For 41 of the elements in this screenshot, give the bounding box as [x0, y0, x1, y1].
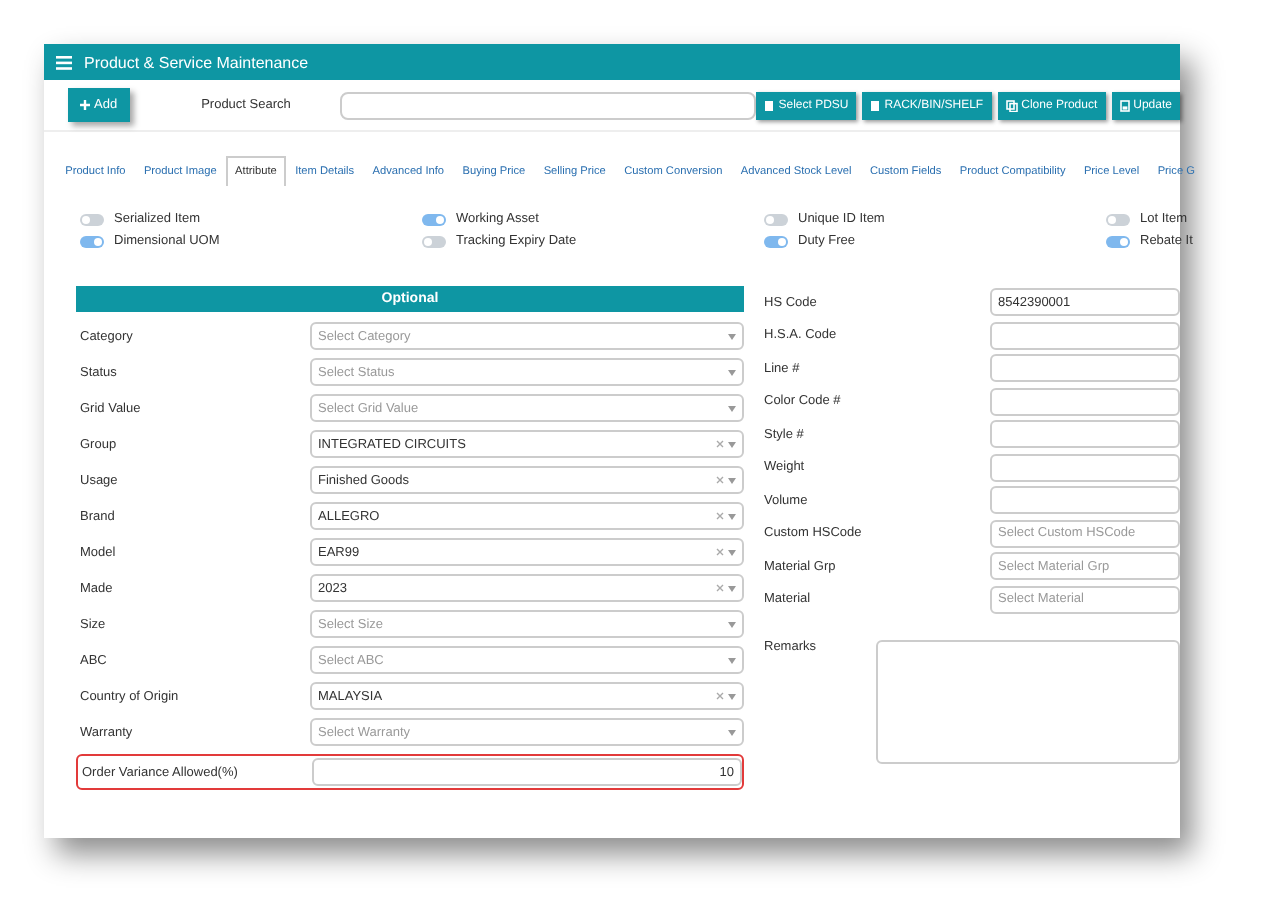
caret-icon[interactable]	[728, 369, 736, 375]
toggle-switch[interactable]	[422, 235, 446, 247]
caret-icon[interactable]	[728, 585, 736, 591]
caret-icon[interactable]	[728, 729, 736, 735]
clear-icon[interactable]	[716, 548, 724, 556]
clear-icon[interactable]	[716, 692, 724, 700]
input-field[interactable]	[990, 321, 1180, 350]
clear-icon[interactable]	[716, 512, 724, 520]
document-icon	[870, 99, 881, 111]
toggle-switch[interactable]	[422, 213, 446, 225]
input-field[interactable]	[990, 354, 1180, 383]
plus-icon	[80, 100, 90, 110]
caret-icon[interactable]	[728, 621, 736, 627]
input-field[interactable]	[990, 387, 1180, 416]
clear-icon[interactable]	[716, 584, 724, 592]
toggle-switch[interactable]	[764, 235, 788, 247]
document-icon	[764, 99, 775, 111]
toggle-switch[interactable]	[764, 213, 788, 225]
caret-icon[interactable]	[728, 513, 736, 519]
input-field[interactable]	[990, 486, 1180, 515]
copy-icon	[1005, 99, 1018, 111]
toggle-switch[interactable]	[80, 235, 104, 247]
caret-icon[interactable]	[728, 693, 736, 699]
caret-icon[interactable]	[728, 657, 736, 663]
toggle-switch[interactable]	[1106, 235, 1130, 247]
caret-icon[interactable]	[728, 405, 736, 411]
caret-icon[interactable]	[728, 441, 736, 447]
window-title: Product & Service Maintenance	[84, 53, 309, 71]
clear-icon[interactable]	[716, 440, 724, 448]
clear-icon[interactable]	[716, 476, 724, 484]
input-field[interactable]	[990, 453, 1180, 482]
caret-icon[interactable]	[728, 477, 736, 483]
save-icon	[1119, 99, 1130, 111]
remarks-field[interactable]	[876, 640, 1180, 764]
toggle-switch[interactable]	[1106, 213, 1130, 225]
caret-icon[interactable]	[728, 333, 736, 339]
menu-icon[interactable]	[56, 55, 72, 69]
input-field[interactable]	[990, 420, 1180, 449]
caret-icon[interactable]	[728, 549, 736, 555]
toggle-switch[interactable]	[80, 213, 104, 225]
search-field[interactable]	[340, 91, 757, 119]
